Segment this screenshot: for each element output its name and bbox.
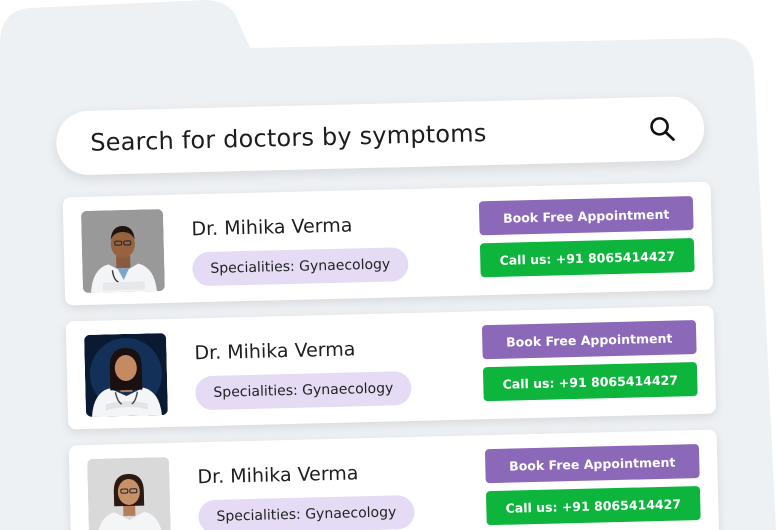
- doctor-card: Dr. Mihika Verma Specialities: Gynaecolo…: [62, 181, 714, 306]
- doctor-card: Dr. Mihika Verma Specialities: Gynaecolo…: [68, 429, 720, 530]
- doctor-search-panel: Search for doctors by symptoms Dr. Mihik…: [40, 73, 731, 530]
- call-button[interactable]: Call us: +91 8065414427: [482, 362, 698, 402]
- call-button[interactable]: Call us: +91 8065414427: [485, 485, 701, 526]
- doctor-name: Dr. Mihika Verma: [194, 338, 356, 365]
- search-icon[interactable]: [648, 114, 677, 143]
- book-appointment-button[interactable]: Book Free Appointment: [481, 320, 697, 360]
- doctor-name: Dr. Mihika Verma: [197, 462, 359, 489]
- doctor-avatar: [83, 332, 168, 417]
- call-button[interactable]: Call us: +91 8065414427: [479, 238, 695, 278]
- doctor-avatar: [80, 209, 165, 294]
- speciality-badge: Specialities: Gynaecology: [198, 494, 415, 530]
- book-appointment-button[interactable]: Book Free Appointment: [484, 444, 700, 484]
- doctor-card: Dr. Mihika Verma Specialities: Gynaecolo…: [65, 305, 717, 430]
- search-bar[interactable]: Search for doctors by symptoms: [55, 95, 705, 176]
- search-input[interactable]: Search for doctors by symptoms: [90, 115, 649, 157]
- book-appointment-button[interactable]: Book Free Appointment: [478, 196, 694, 236]
- speciality-badge: Specialities: Gynaecology: [192, 247, 409, 287]
- doctor-avatar: [87, 456, 172, 530]
- speciality-badge: Specialities: Gynaecology: [195, 371, 412, 411]
- doctor-name: Dr. Mihika Verma: [191, 214, 353, 241]
